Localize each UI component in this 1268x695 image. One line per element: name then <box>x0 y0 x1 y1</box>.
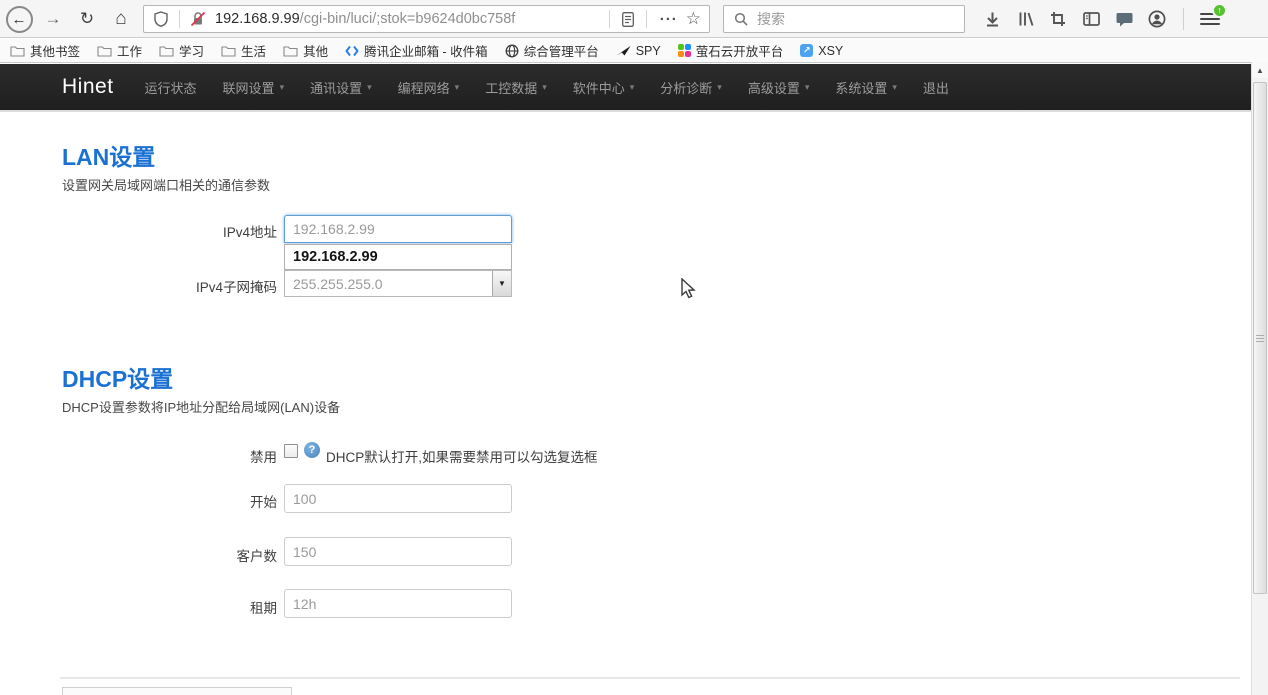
toolbar-divider <box>1183 8 1184 30</box>
search-icon <box>730 12 752 26</box>
folder-icon <box>97 45 112 57</box>
bookmark-folder-other-bookmarks[interactable]: 其他书签 <box>10 41 80 60</box>
bookmark-spy[interactable]: SPY <box>616 44 661 58</box>
bookmarks-bar: 其他书签 工作 学习 生活 其他 腾讯企业邮箱 - 收件箱 综合管理平台 SP <box>0 39 1268 63</box>
page-actions-icon[interactable]: ··· <box>654 11 684 28</box>
bookmark-folder-misc[interactable]: 其他 <box>283 41 328 60</box>
ipv4-address-input[interactable] <box>284 215 512 243</box>
nav-item-industrial-data[interactable]: 工控数据▾ <box>472 63 560 111</box>
dhcp-lease-input[interactable] <box>284 589 512 618</box>
home-button[interactable]: ⌂ <box>106 4 136 34</box>
scrollbar-thumb[interactable] <box>1253 82 1267 594</box>
forward-button[interactable]: → <box>38 4 68 34</box>
chevron-down-icon: ▾ <box>280 82 285 93</box>
scrollbar-grip <box>1256 335 1264 342</box>
help-icon[interactable]: ? <box>304 442 320 458</box>
dhcp-disable-label: 禁用 <box>62 446 277 466</box>
clipped-bottom-panel <box>62 687 292 695</box>
urlbar-divider2 <box>609 10 610 28</box>
dhcp-clients-label: 客户数 <box>62 545 277 565</box>
bookmark-tencent-mail[interactable]: 腾讯企业邮箱 - 收件箱 <box>345 41 488 60</box>
nav-item-system-settings[interactable]: 系统设置▾ <box>822 63 910 111</box>
bookmark-mgmt-platform[interactable]: 综合管理平台 <box>505 41 599 60</box>
ipv4-netmask-label: IPv4子网掩码 <box>62 276 277 296</box>
urlbar-divider3 <box>646 10 647 28</box>
folder-icon <box>283 45 298 57</box>
account-icon[interactable] <box>1147 9 1167 29</box>
globe-icon <box>505 44 519 58</box>
url-text[interactable]: 192.168.9.99/cgi-bin/luci/;stok=b9624d0b… <box>215 11 602 27</box>
sidebar-toggle-icon[interactable] <box>1081 9 1101 29</box>
chevron-down-icon: ▾ <box>805 82 810 93</box>
nav-item-status[interactable]: 运行状态 <box>132 63 210 111</box>
back-button[interactable]: ← <box>4 4 34 34</box>
nav-item-advanced-settings[interactable]: 高级设置▾ <box>735 63 823 111</box>
downloads-icon[interactable] <box>982 9 1002 29</box>
site-navbar: Hinet 运行状态 联网设置▾ 通讯设置▾ 编程网络▾ 工控数据▾ 软件中心▾… <box>0 64 1251 112</box>
scroll-up-icon[interactable]: ▲ <box>1252 62 1268 78</box>
folder-icon <box>10 45 25 57</box>
ipv4-netmask-select[interactable]: 255.255.255.0 ▼ <box>284 270 512 297</box>
urlbar-divider <box>179 10 180 28</box>
dhcp-clients-input[interactable] <box>284 537 512 566</box>
tencent-mail-icon <box>345 45 359 57</box>
chevron-down-icon: ▾ <box>892 82 897 93</box>
lan-section-subtitle: 设置网关局域网端口相关的通信参数 <box>62 175 270 194</box>
tracking-shield-icon[interactable] <box>150 11 172 27</box>
dhcp-section-subtitle: DHCP设置参数将IP地址分配给局域网(LAN)设备 <box>62 397 340 416</box>
update-badge: ↑ <box>1212 3 1227 18</box>
chevron-down-icon: ▾ <box>630 82 635 93</box>
url-path: /cgi-bin/luci/;stok=b9624d0bc758f <box>300 11 516 27</box>
chevron-down-icon: ▾ <box>717 82 722 93</box>
folder-icon <box>159 45 174 57</box>
ipv4-autocomplete-item[interactable]: 192.168.2.99 <box>284 244 512 270</box>
xsy-icon: ↗ <box>800 44 813 57</box>
reload-button[interactable]: ↻ <box>72 4 102 34</box>
nav-item-comm-settings[interactable]: 通讯设置▾ <box>297 63 385 111</box>
menu-icon[interactable]: ↑ <box>1200 9 1220 29</box>
section-divider <box>60 677 1240 679</box>
bookmark-folder-study[interactable]: 学习 <box>159 41 204 60</box>
select-dropdown-icon[interactable]: ▼ <box>492 271 511 296</box>
ipv4-address-label: IPv4地址 <box>62 221 277 241</box>
bookmark-folder-work[interactable]: 工作 <box>97 41 142 60</box>
library-icon[interactable] <box>1015 9 1035 29</box>
chevron-down-icon: ▾ <box>455 82 460 93</box>
mouse-cursor <box>680 278 698 305</box>
back-icon: ← <box>6 6 33 33</box>
nav-item-network-settings[interactable]: 联网设置▾ <box>210 63 298 111</box>
browser-window: ← → ↻ ⌂ 192.168.9.99/cgi-bin/luci/;stok=… <box>0 0 1268 695</box>
url-bar[interactable]: 192.168.9.99/cgi-bin/luci/;stok=b9624d0b… <box>143 5 710 33</box>
chevron-down-icon: ▾ <box>367 82 372 93</box>
nav-item-software-center[interactable]: 软件中心▾ <box>560 63 648 111</box>
vertical-scrollbar[interactable]: ▲ <box>1251 62 1268 695</box>
bookmark-folder-life[interactable]: 生活 <box>221 41 266 60</box>
search-box[interactable] <box>723 5 965 33</box>
dhcp-section-title: DHCP设置 <box>62 360 173 394</box>
dhcp-start-input[interactable] <box>284 484 512 513</box>
search-input[interactable] <box>757 11 964 27</box>
nav-item-programming-network[interactable]: 编程网络▾ <box>385 63 473 111</box>
browser-toolbar: ← → ↻ ⌂ 192.168.9.99/cgi-bin/luci/;stok=… <box>0 0 1268 38</box>
chat-bubble-icon[interactable] <box>1114 9 1134 29</box>
nav-item-diagnostics[interactable]: 分析诊断▾ <box>647 63 735 111</box>
reader-mode-icon[interactable] <box>617 12 639 27</box>
chevron-down-icon: ▾ <box>542 82 547 93</box>
nav-item-logout[interactable]: 退出 <box>910 63 962 111</box>
url-host: 192.168.9.99 <box>215 11 300 27</box>
lan-section-title: LAN设置 <box>62 138 155 172</box>
folder-icon <box>221 45 236 57</box>
dhcp-disable-checkbox[interactable] <box>284 444 298 458</box>
ezviz-icon <box>678 44 691 57</box>
screenshot-icon[interactable] <box>1048 9 1068 29</box>
brand-logo[interactable]: Hinet <box>62 75 114 99</box>
dhcp-start-label: 开始 <box>62 491 277 511</box>
dhcp-disable-hint: DHCP默认打开,如果需要禁用可以勾选复选框 <box>326 446 598 466</box>
spy-icon <box>616 45 631 57</box>
dhcp-lease-label: 租期 <box>62 597 277 617</box>
bookmark-ezviz-platform[interactable]: 萤石云开放平台 <box>678 41 784 60</box>
bookmark-star-icon[interactable]: ☆ <box>684 9 709 29</box>
insecure-lock-icon[interactable] <box>187 11 209 27</box>
bookmark-xsy[interactable]: ↗ XSY <box>800 44 843 58</box>
